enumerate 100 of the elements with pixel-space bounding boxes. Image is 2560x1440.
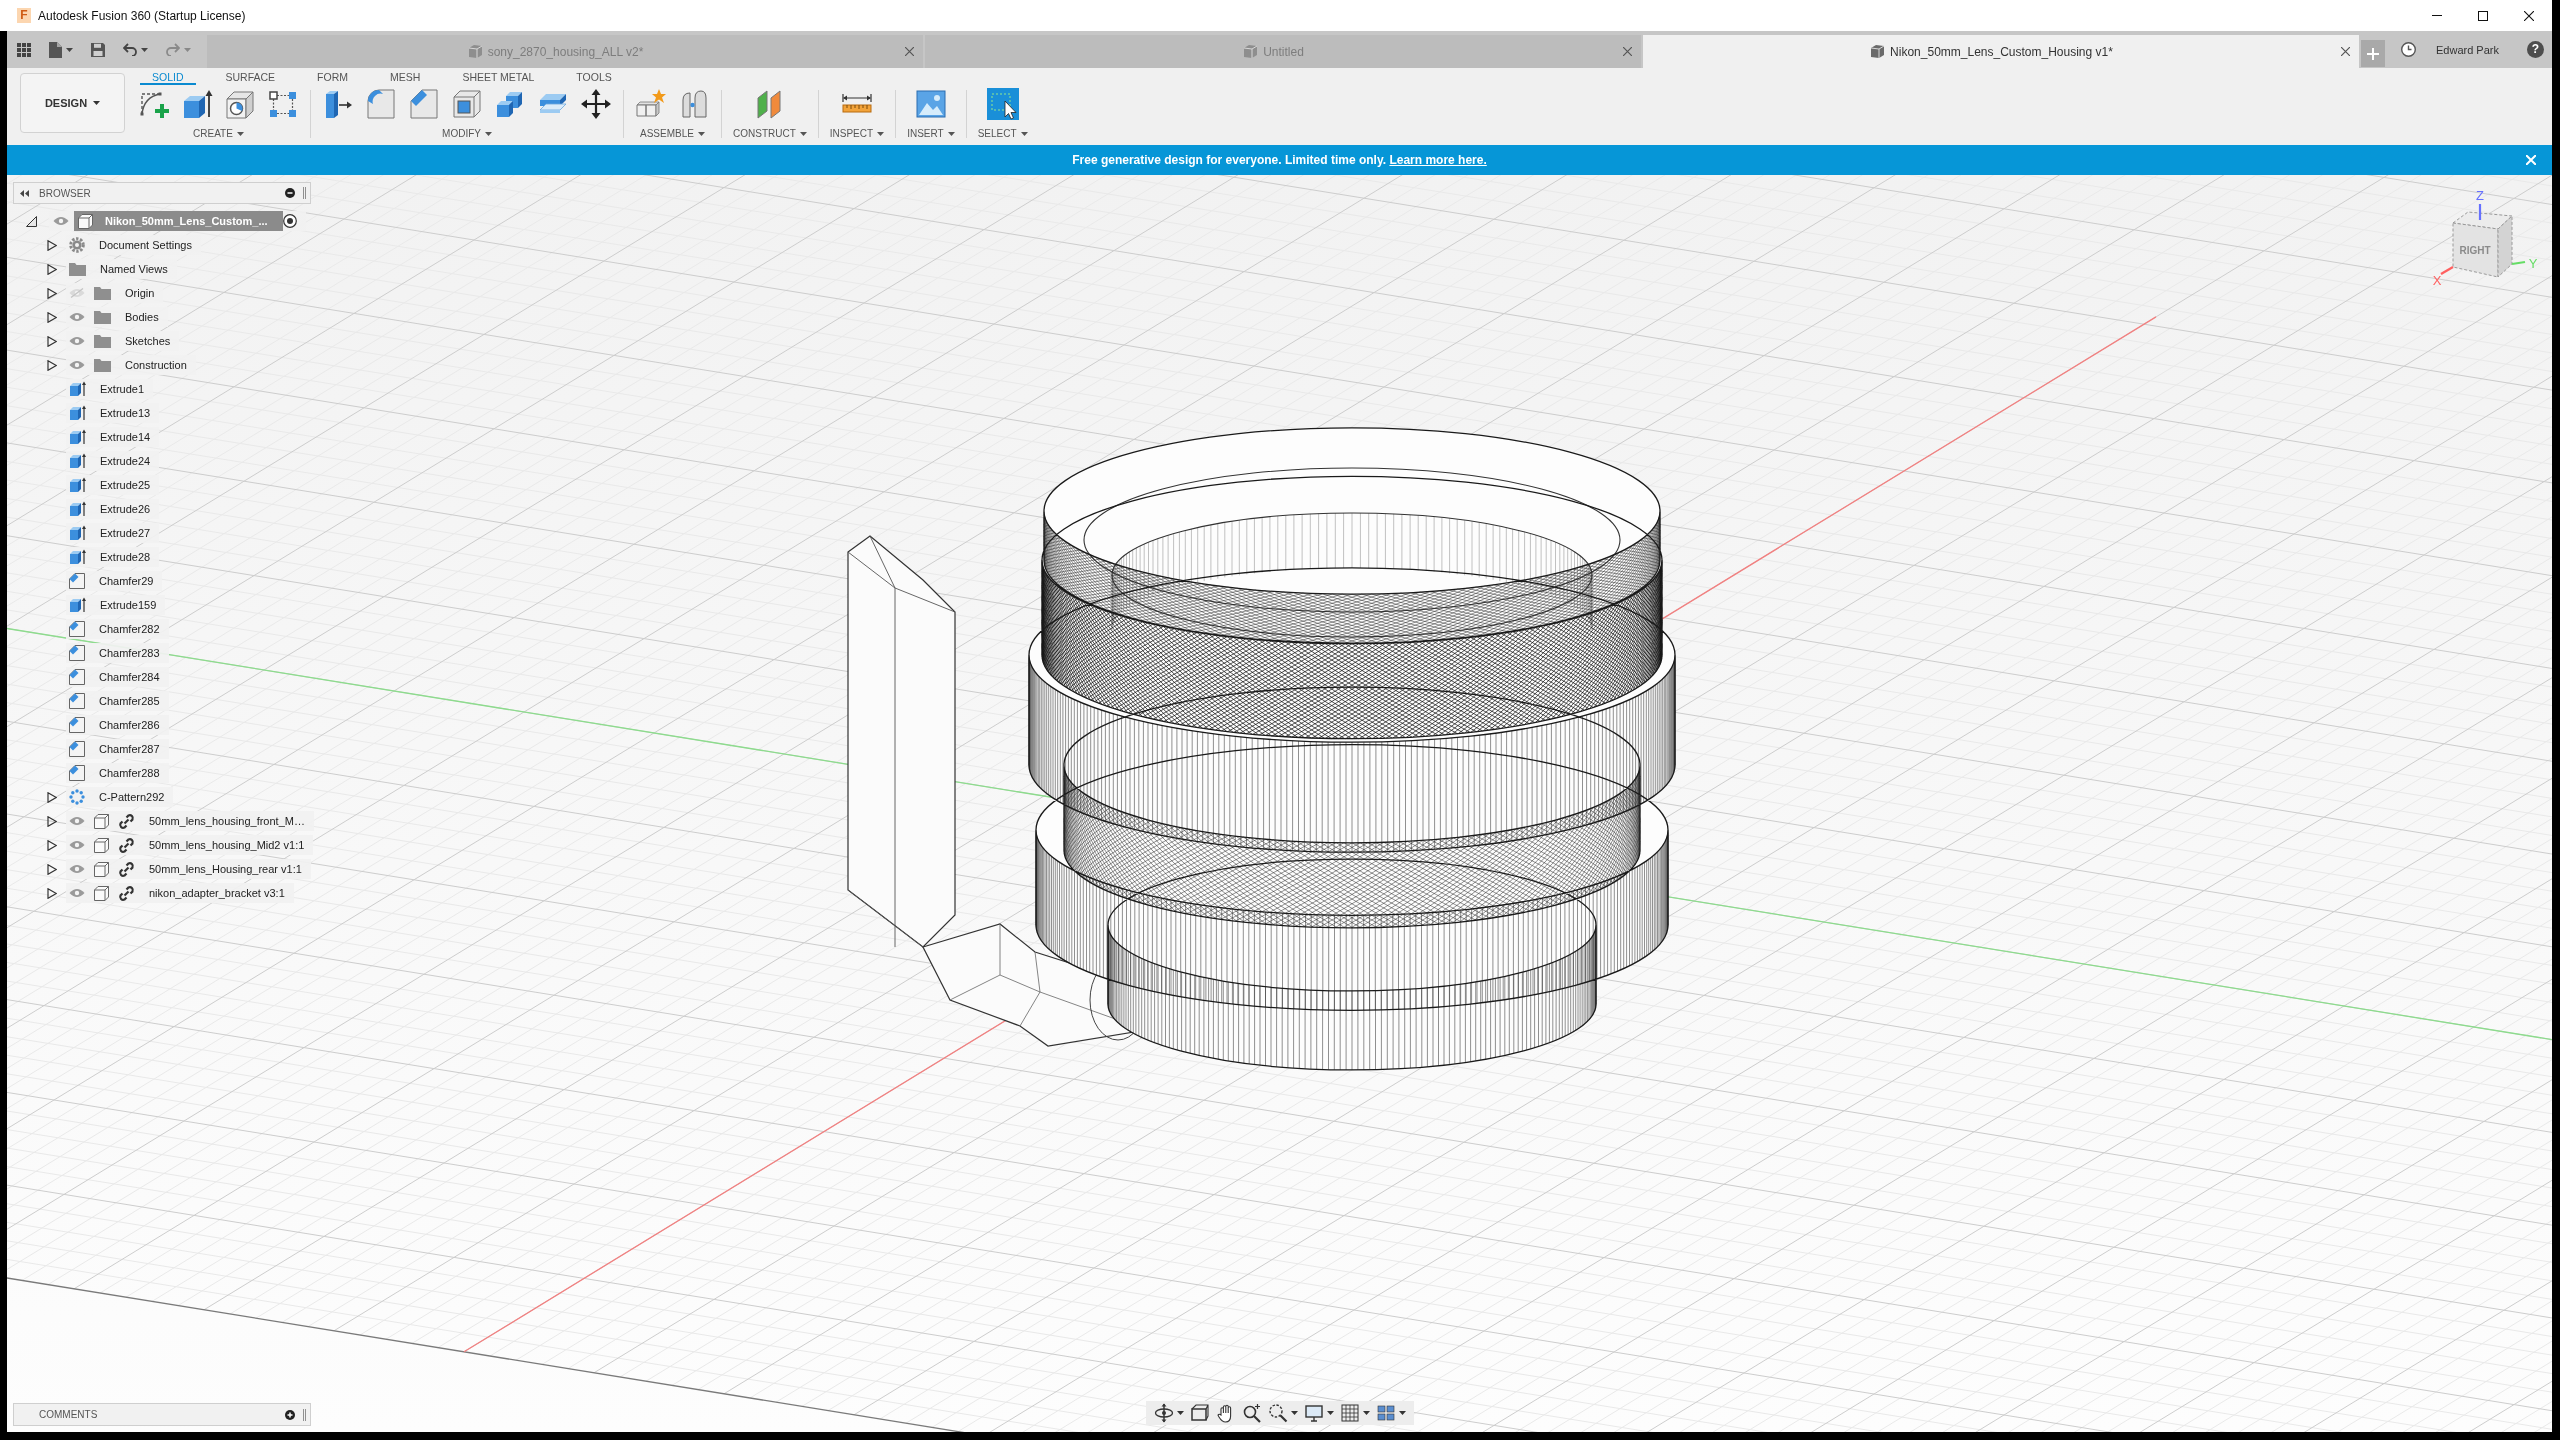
move-arrows-icon[interactable] bbox=[580, 88, 612, 120]
disclosure-triangle-icon[interactable] bbox=[47, 311, 57, 323]
tree-item[interactable]: Sketches bbox=[66, 331, 180, 351]
caret-icon[interactable] bbox=[1326, 1411, 1334, 1415]
zoom-icon[interactable] bbox=[1241, 1403, 1262, 1423]
cubes-star-icon[interactable] bbox=[635, 88, 667, 120]
plus-circle-icon[interactable] bbox=[285, 1409, 295, 1420]
tree-item[interactable]: Chamfer286 bbox=[66, 715, 169, 735]
tree-item[interactable]: Chamfer29 bbox=[66, 571, 163, 591]
help-button[interactable]: ? bbox=[2527, 41, 2544, 58]
zoom-window-icon[interactable] bbox=[1267, 1403, 1288, 1423]
tree-item[interactable]: 50mm_lens_housing_Mid2 v1:1 bbox=[66, 835, 314, 855]
toolbar-tab[interactable]: SURFACE bbox=[213, 68, 288, 85]
user-name[interactable]: Edward Park bbox=[2436, 43, 2499, 56]
minus-circle-icon[interactable] bbox=[285, 188, 295, 198]
disclosure-triangle-icon[interactable] bbox=[47, 863, 57, 875]
disclosure-triangle-icon[interactable] bbox=[26, 215, 37, 227]
monitor-icon[interactable] bbox=[1303, 1403, 1324, 1423]
disclosure-triangle-icon[interactable] bbox=[47, 335, 57, 347]
squares-pattern-icon[interactable] bbox=[267, 88, 299, 120]
hollow-box-icon[interactable] bbox=[451, 88, 483, 120]
tree-item[interactable]: Chamfer284 bbox=[66, 667, 169, 687]
tree-item[interactable]: Construction bbox=[66, 355, 196, 375]
caret-icon[interactable] bbox=[141, 47, 148, 52]
caret-icon[interactable] bbox=[1398, 1411, 1406, 1415]
tree-item[interactable]: Extrude14 bbox=[66, 427, 160, 447]
tree-item[interactable]: Extrude1 bbox=[66, 379, 154, 399]
toolbar-tab[interactable]: MESH bbox=[378, 68, 433, 85]
eye-icon[interactable] bbox=[69, 336, 85, 346]
disclosure-triangle-icon[interactable] bbox=[47, 839, 57, 851]
eye-icon[interactable] bbox=[69, 360, 85, 370]
file-icon[interactable] bbox=[49, 41, 62, 58]
tree-item[interactable]: Extrude25 bbox=[66, 475, 160, 495]
save-icon[interactable] bbox=[91, 42, 105, 57]
tree-item[interactable]: Extrude27 bbox=[66, 523, 160, 543]
grip-icon[interactable] bbox=[303, 187, 306, 199]
rounded-block-icon[interactable] bbox=[365, 88, 397, 120]
tool-group-menu[interactable]: INSERT bbox=[907, 128, 955, 139]
disclosure-triangle-icon[interactable] bbox=[47, 815, 57, 827]
tree-item[interactable]: Document Settings bbox=[66, 235, 201, 255]
tool-group-menu[interactable]: SELECT bbox=[977, 128, 1028, 139]
caret-icon[interactable] bbox=[1290, 1411, 1298, 1415]
tree-item[interactable]: 50mm_lens_housing_front_M… bbox=[66, 811, 314, 831]
tree-item[interactable]: Chamfer282 bbox=[66, 619, 169, 639]
tree-item[interactable]: Extrude13 bbox=[66, 403, 160, 423]
grip-icon[interactable] bbox=[303, 1408, 306, 1421]
orbit-icon[interactable] bbox=[1153, 1403, 1174, 1423]
eye-icon[interactable] bbox=[69, 840, 85, 850]
tree-item[interactable]: Extrude26 bbox=[66, 499, 160, 519]
toolbar-tab[interactable]: TOOLS bbox=[564, 68, 624, 85]
four-panes-icon[interactable] bbox=[1375, 1403, 1396, 1423]
caret-icon[interactable] bbox=[1020, 131, 1028, 136]
tree-item[interactable]: nikon_adapter_bracket v3:1 bbox=[66, 883, 294, 903]
box-arrow-icon[interactable] bbox=[181, 88, 213, 120]
eye-icon[interactable] bbox=[69, 816, 85, 826]
disclosure-triangle-icon[interactable] bbox=[47, 791, 57, 803]
cube-hole-icon[interactable] bbox=[224, 88, 256, 120]
undo-icon[interactable] bbox=[123, 43, 137, 56]
clock-icon[interactable] bbox=[2401, 42, 2416, 57]
disclosure-triangle-icon[interactable] bbox=[47, 887, 57, 899]
tree-item[interactable]: Named Views bbox=[66, 259, 177, 279]
eye-icon[interactable] bbox=[69, 888, 85, 898]
disclosure-triangle-icon[interactable] bbox=[47, 239, 57, 251]
close-icon[interactable] bbox=[2524, 10, 2534, 21]
tree-item[interactable]: Bodies bbox=[66, 307, 168, 327]
disclosure-triangle-icon[interactable] bbox=[47, 263, 57, 275]
tree-item[interactable]: Extrude159 bbox=[66, 595, 166, 615]
tree-item[interactable]: Chamfer288 bbox=[66, 763, 169, 783]
toolbar-tab[interactable]: SHEET METAL bbox=[450, 68, 547, 85]
tool-group-menu[interactable]: CREATE bbox=[193, 128, 244, 139]
caret-icon[interactable] bbox=[947, 131, 955, 136]
tree-item[interactable]: Chamfer283 bbox=[66, 643, 169, 663]
tool-group-menu[interactable]: ASSEMBLE bbox=[640, 128, 705, 139]
select-cursor-icon[interactable] bbox=[986, 88, 1019, 120]
tree-item[interactable]: 50mm_lens_Housing_rear v1:1 bbox=[66, 859, 311, 879]
grid-icon[interactable] bbox=[1339, 1403, 1360, 1423]
maximize-icon[interactable] bbox=[2478, 10, 2488, 21]
caret-icon[interactable] bbox=[93, 101, 101, 105]
tool-group-menu[interactable]: INSPECT bbox=[829, 128, 885, 139]
tree-item[interactable]: Extrude28 bbox=[66, 547, 160, 567]
tree-item[interactable]: Origin bbox=[66, 283, 164, 303]
document-tab[interactable]: Nikon_50mm_Lens_Custom_Housing v1* bbox=[1643, 35, 2359, 68]
tree-item[interactable]: Chamfer287 bbox=[66, 739, 169, 759]
eye-icon[interactable] bbox=[69, 864, 85, 874]
caret-icon[interactable] bbox=[799, 131, 807, 136]
caret-icon[interactable] bbox=[877, 131, 885, 136]
double-arrow-icon[interactable] bbox=[20, 189, 29, 197]
tree-item[interactable]: Chamfer285 bbox=[66, 691, 169, 711]
disclosure-triangle-icon[interactable] bbox=[47, 287, 57, 299]
picture-icon[interactable] bbox=[914, 88, 947, 120]
apps-grid-icon[interactable] bbox=[17, 42, 31, 57]
tool-group-menu[interactable]: MODIFY bbox=[442, 128, 492, 139]
toolbar-tab[interactable]: FORM bbox=[305, 68, 361, 85]
caret-icon[interactable] bbox=[484, 131, 492, 136]
tree-item[interactable]: Extrude24 bbox=[66, 451, 160, 471]
workspace-button[interactable]: DESIGN bbox=[20, 73, 125, 133]
close-icon[interactable] bbox=[2341, 47, 2350, 56]
box-outline-icon[interactable] bbox=[1189, 1403, 1210, 1423]
caret-icon[interactable] bbox=[697, 131, 705, 136]
chamfered-block-icon[interactable] bbox=[408, 88, 440, 120]
